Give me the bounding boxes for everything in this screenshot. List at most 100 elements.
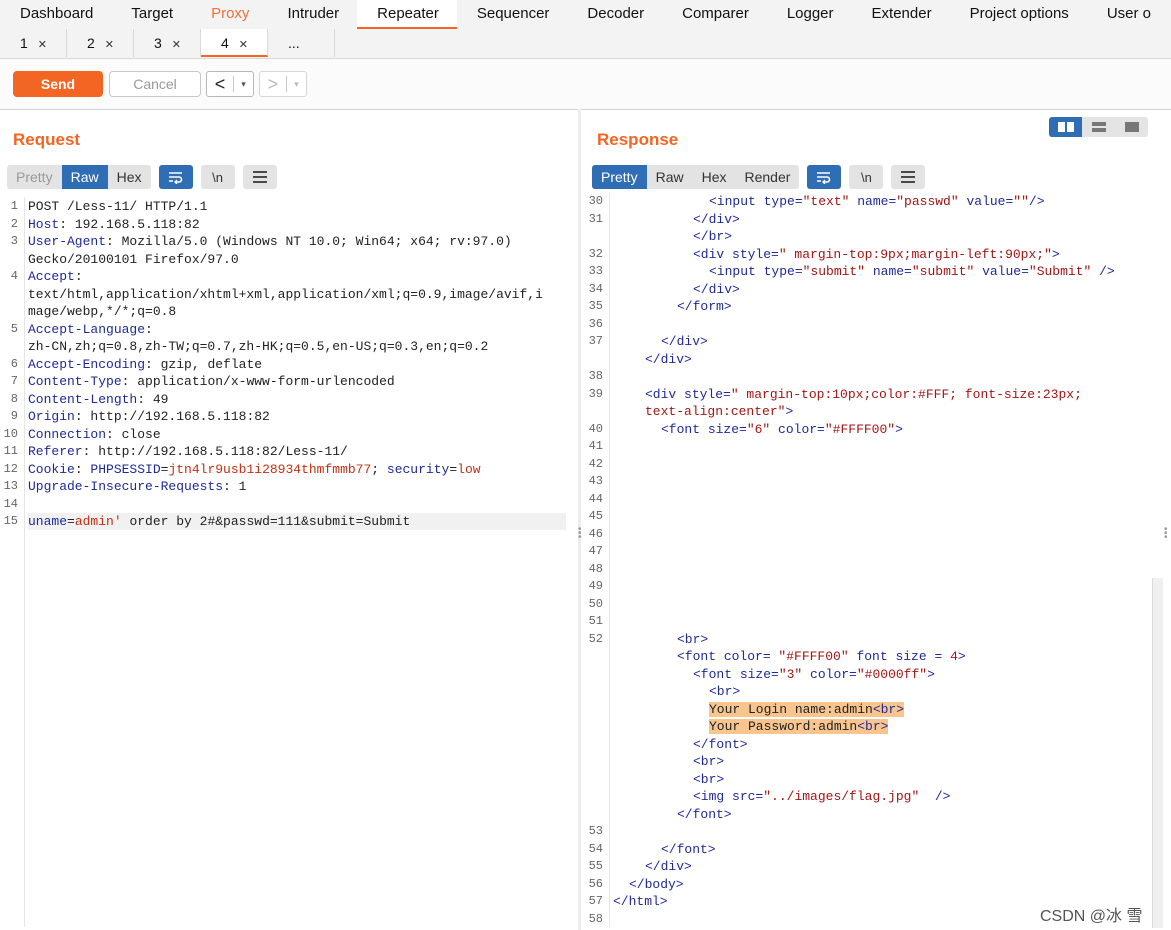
view-hex-tab[interactable]: Hex [108,165,151,189]
code-line: </html> [613,894,668,909]
close-icon[interactable]: ✕ [239,39,248,51]
wrap-lines-button[interactable] [807,165,842,189]
line-number: 6 [10,356,18,371]
line-number [0,338,18,356]
code-line: <br> [677,631,709,647]
response-view-bar: Pretty Raw Hex Render \n [592,165,926,189]
code-line: <input type="text" name="passwd" value="… [709,194,1045,209]
tab-sequencer[interactable]: Sequencer [457,0,568,29]
line-number [583,701,603,719]
tab-logger[interactable]: Logger [767,0,852,29]
show-newlines-button[interactable]: \n [849,165,884,189]
layout-side-by-side-button[interactable] [1049,117,1082,137]
view-render-tab[interactable]: Render [736,165,800,189]
more-tabs-button[interactable]: ... [268,29,335,57]
code-line: <img src="../images/flag.jpg" /> [693,789,951,804]
view-pretty-tab[interactable]: Pretty [7,165,62,189]
line-number [583,771,603,789]
editor-menu-button[interactable] [891,165,926,189]
chevron-down-icon[interactable]: ▾ [287,79,306,90]
history-forward-button[interactable]: > ▾ [259,71,307,97]
response-title: Response [597,130,679,149]
tab-user-o[interactable]: User o [1087,0,1169,29]
tab-proxy[interactable]: Proxy [191,0,267,29]
line-number: 33 [588,264,603,278]
line-number: 54 [588,841,603,856]
line-number: 42 [588,456,603,471]
line-number: 37 [588,334,603,348]
panel-splitter[interactable] [578,109,581,930]
tab-target[interactable]: Target [111,0,191,29]
code-line: <font color= "#FFFF00" font size = 4> [677,649,966,664]
code-line: mage/webp,*/*;q=0.8 [28,304,177,319]
response-scrollbar[interactable] [1152,578,1163,928]
line-number: 30 [588,194,603,208]
layout-vertical-button[interactable] [1082,117,1115,137]
tab-project-options[interactable]: Project options [950,0,1087,29]
line-number: 31 [588,211,603,226]
code-line: <div style=" margin-top:9px;margin-left:… [693,246,1060,262]
line-number: 40 [588,421,603,436]
line-number: 50 [588,596,603,611]
wrap-lines-button[interactable] [158,165,193,189]
chevron-down-icon[interactable]: ▾ [234,79,253,90]
tab-comparer[interactable]: Comparer [662,0,767,29]
code-line: </div> [693,211,740,227]
code-line: <font size="3" color="#0000ff"> [693,666,935,682]
tab-extender[interactable]: Extender [852,0,950,29]
send-button[interactable]: Send [13,71,103,97]
line-number: 46 [588,526,603,541]
line-number [583,806,603,824]
splitter-grip-icon[interactable]: • • • [578,525,582,543]
view-pretty-tab[interactable]: Pretty [592,165,647,189]
code-line: <br> [709,684,741,699]
tab-decoder[interactable]: Decoder [567,0,662,29]
line-number: 35 [588,299,603,313]
repeater-tab-2[interactable]: 2 ✕ [67,29,134,57]
line-number: 57 [588,894,603,908]
repeater-tab-1[interactable]: 1 ✕ [0,29,67,57]
line-number: 52 [588,631,603,646]
repeater-tab-4[interactable]: 4 ✕ [201,29,268,57]
back-arrow-icon: < [214,74,226,94]
request-editor[interactable]: 1 POST /Less-11/ HTTP/1.1 2 Host: 192.168.5… [0,198,566,928]
view-raw-tab[interactable]: Raw [647,165,693,189]
code-line: </font> [677,806,732,822]
line-number: 53 [588,824,603,838]
code-line: </div> [645,859,692,874]
tab-dashboard[interactable]: Dashboard [0,0,111,29]
line-number: 55 [588,859,603,873]
code-line: Your Login name:admin<br> [709,701,905,717]
close-icon[interactable]: ✕ [105,39,114,51]
line-number: 44 [588,491,603,506]
close-icon[interactable]: ✕ [38,39,47,51]
line-number: 10 [3,426,18,441]
line-number [583,683,603,701]
view-hex-tab[interactable]: Hex [693,165,736,189]
line-number [0,303,18,321]
code-line: Content-Length: 49 [28,391,169,407]
line-number: 43 [588,474,603,488]
view-raw-tab[interactable]: Raw [61,165,108,189]
tab-repeater[interactable]: Repeater [357,0,457,29]
repeater-tab-3[interactable]: 3 ✕ [134,29,201,57]
line-number [583,403,603,421]
line-number [583,648,603,666]
cancel-button[interactable]: Cancel [109,71,201,97]
editor-menu-button[interactable] [242,165,277,189]
code-line: Content-Type: application/x-www-form-url… [28,374,395,389]
code-line: <div style=" margin-top:10px;color:#FFF;… [645,386,1082,402]
line-number: 7 [10,374,18,388]
line-number [583,736,603,754]
code-line: <br> [693,754,725,769]
code-line: uname=admin' order by 2#&passwd=111&subm… [28,513,566,530]
history-back-button[interactable]: < ▾ [206,71,254,97]
splitter-grip-icon[interactable]: • • • [1164,525,1168,543]
close-icon[interactable]: ✕ [172,39,181,51]
show-newlines-button[interactable]: \n [200,165,235,189]
layout-tabs-button[interactable] [1115,117,1148,137]
layout-switcher [1049,117,1148,137]
tab-intruder[interactable]: Intruder [267,0,357,29]
code-line: </div> [645,351,692,367]
response-editor[interactable]: 30 <input type="text" name="passwd" value… [583,193,1148,927]
